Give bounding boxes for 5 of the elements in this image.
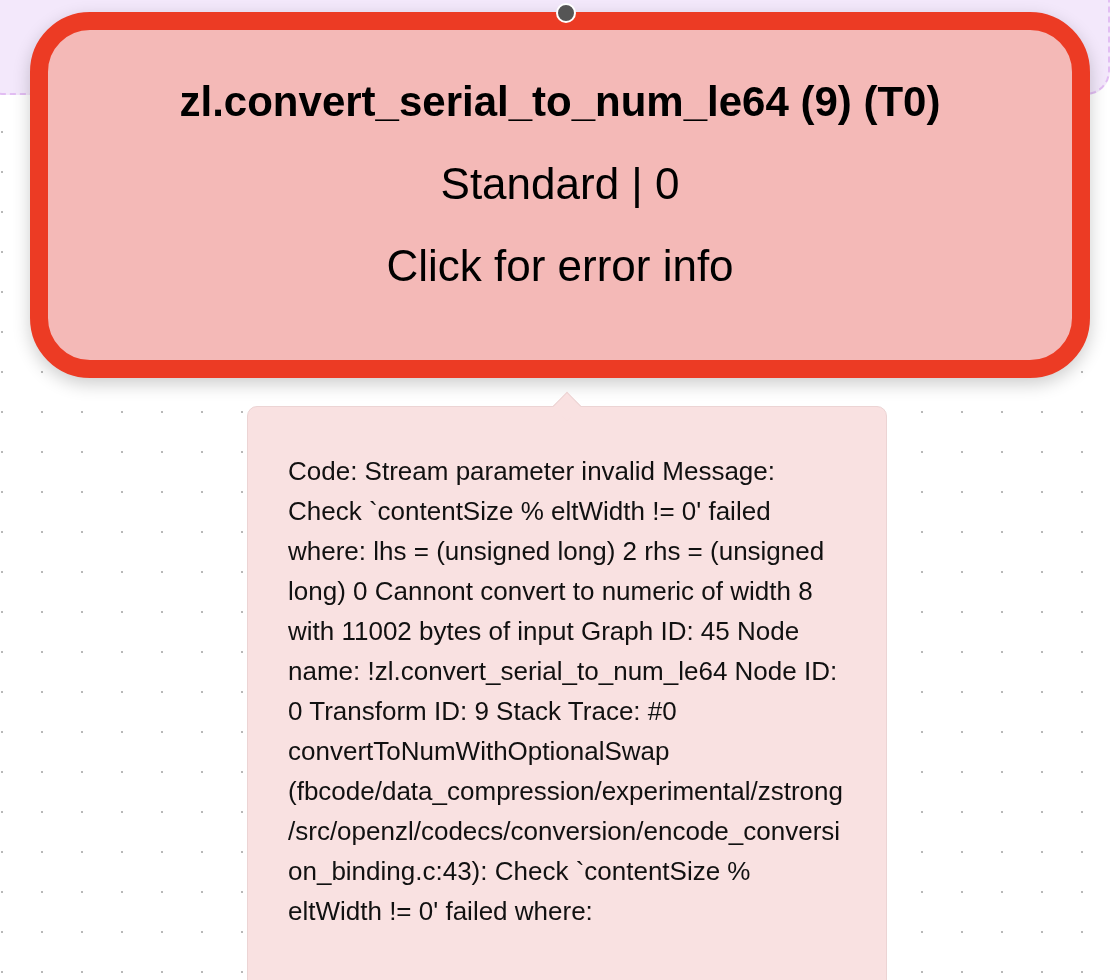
node-title: zl.convert_serial_to_num_le64 (9) (T0)	[179, 77, 941, 127]
node-hint: Click for error info	[386, 240, 734, 292]
error-message: Code: Stream parameter invalid Message: Check `contentSize % eltWidth != 0' failed where: lhs = (unsigned long) 2 rhs = (unsigned long) 0 Cannont convert to numeric of width 8 with 11002 bytes of input Graph ID: 45 Node name: !zl.convert_serial_to_num_le64 Node ID: 0 Transform ID: 9 Stack Trace: #0 convertToNumWithOptionalSwap (fbcode/data_compression/experimental/zstrong/src/openzl/codecs/conversion/encode_conversion_binding.c:43): Check `contentSize % eltWidth != 0' failed where:	[288, 455, 844, 928]
graph-node[interactable]: zl.convert_serial_to_num_le64 (9) (T0) Standard | 0 Click for error info	[30, 12, 1090, 378]
node-subtitle: Standard | 0	[440, 158, 680, 210]
